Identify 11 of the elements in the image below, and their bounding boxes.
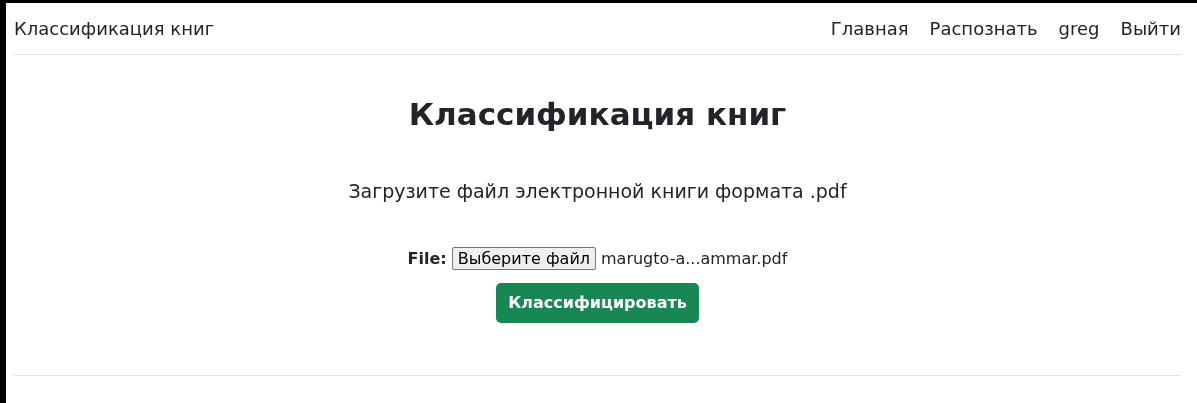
- classify-button[interactable]: Классифицировать: [496, 283, 699, 323]
- nav-link[interactable]: Распознать: [929, 18, 1038, 39]
- nav-link[interactable]: greg: [1058, 18, 1100, 39]
- site-brand[interactable]: Классификация книг: [14, 18, 215, 39]
- nav-link[interactable]: Выйти: [1120, 18, 1181, 39]
- file-name: marugto-a...ammar.pdf: [601, 249, 788, 268]
- file-label: File:: [407, 249, 447, 268]
- page-title: Классификация книг: [408, 96, 787, 132]
- choose-file-button[interactable]: Выберите файл: [451, 247, 596, 270]
- nav-link[interactable]: Главная: [830, 18, 909, 39]
- upload-instruction: Загрузите файл электронной книги формата .pdf: [348, 180, 847, 202]
